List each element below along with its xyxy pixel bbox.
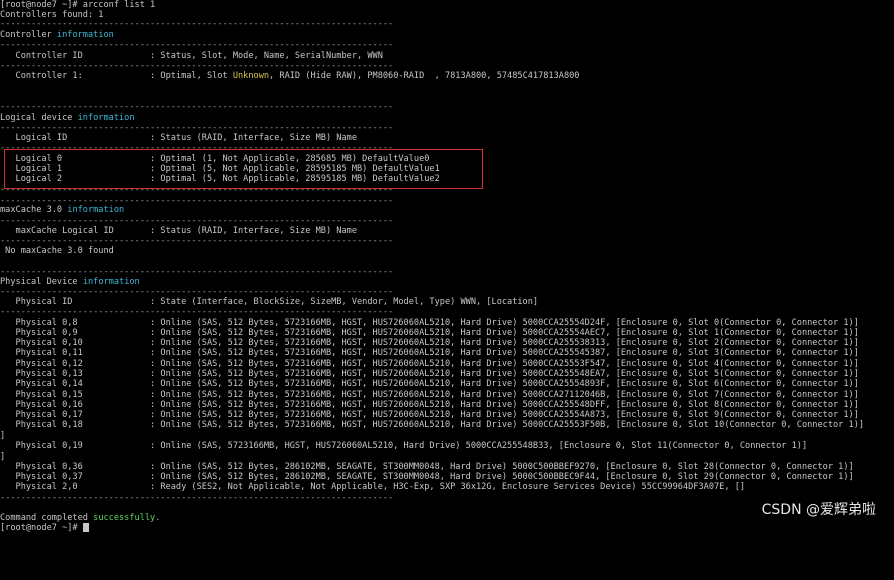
cursor-icon bbox=[82, 523, 89, 532]
maxcache-none-text: No maxCache 3.0 found bbox=[0, 246, 114, 256]
separator-line: ----------------------------------------… bbox=[0, 40, 394, 50]
physical-row: Physical 0,14 : Online (SAS, 512 Bytes, … bbox=[0, 379, 859, 389]
separator-line: ----------------------------------------… bbox=[0, 19, 394, 29]
separator-line: ----------------------------------------… bbox=[0, 307, 394, 317]
final-prompt[interactable]: [root@node7 ~]# bbox=[0, 523, 89, 534]
separator-line: ----------------------------------------… bbox=[0, 102, 394, 112]
physical-row: Physical 0,18 : Online (SAS, 512 Bytes, … bbox=[0, 420, 865, 430]
watermark: CSDN @爱辉弟啦 bbox=[761, 502, 876, 518]
separator-line: ----------------------------------------… bbox=[0, 185, 394, 195]
controller-row: Controller 1: : Optimal, Slot Unknown, R… bbox=[0, 71, 580, 81]
highlight-box bbox=[4, 149, 483, 189]
physical-row: Physical 0,11 : Online (SAS, 512 Bytes, … bbox=[0, 348, 859, 358]
maxcache-section-title: maxCache 3.0 information bbox=[0, 205, 125, 215]
physical-row: Physical 2,0 : Ready (SES2, Not Applicab… bbox=[0, 482, 746, 492]
terminal-window[interactable]: [root@node7 ~]# arcconf list 1 Controlle… bbox=[0, 0, 894, 533]
physical-row: Physical 0,19 : Online (SAS, 5723166MB, … bbox=[0, 441, 808, 451]
separator-line: ----------------------------------------… bbox=[0, 493, 394, 503]
